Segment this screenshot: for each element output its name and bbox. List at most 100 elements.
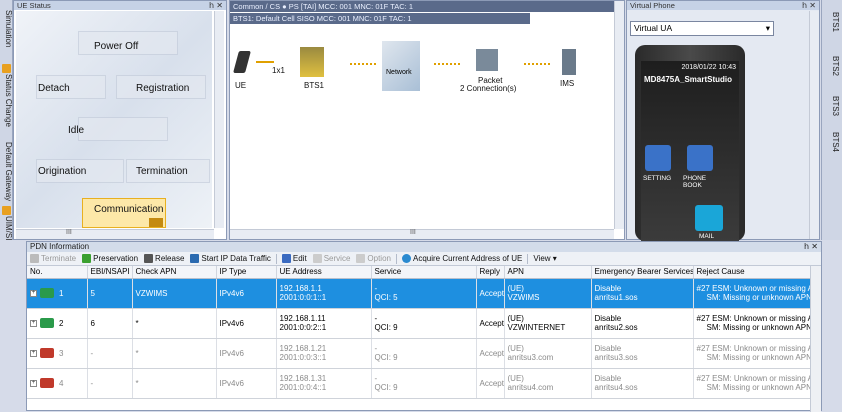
virtual-phone-title-bar: Virtual Phone հ ✕ — [627, 1, 819, 10]
cell-apn: (UE) VZWINTERNET — [504, 308, 592, 339]
tab-default-gateway[interactable]: Default Gateway — [0, 132, 13, 204]
network-hscroll-grip: III — [410, 229, 416, 236]
table-row[interactable]: +2 6 * IPv4v6 192.168.1.11 2001:0:0:2::1- QCI:… — [27, 308, 812, 339]
row-number: 1 — [59, 288, 64, 298]
ue-device-icon[interactable] — [233, 51, 251, 73]
tab-bts2[interactable]: BTS2 — [824, 56, 840, 76]
preservation-button[interactable]: Preservation — [79, 254, 141, 263]
network-info-line2: BTS1: Default Cell SISO MCC: 001 MNC: 01… — [230, 13, 530, 24]
ims-server-icon[interactable] — [562, 49, 576, 75]
pdn-pin-close-icon[interactable]: հ ✕ — [804, 242, 818, 252]
view-menu-button[interactable]: View ▾ — [530, 254, 559, 263]
col-header-service[interactable]: Service — [371, 266, 477, 279]
mail-app-icon[interactable] — [695, 205, 723, 231]
cell-check-apn: * — [132, 368, 217, 399]
virtual-ua-select[interactable]: Virtual UA ▾ — [630, 21, 774, 36]
col-header-ebi[interactable]: EBI/NSAPI — [87, 266, 133, 279]
ue-status-hscroll[interactable]: III — [16, 229, 214, 239]
expand-icon[interactable]: + — [30, 349, 37, 357]
apn-name: VZWIMS — [507, 293, 540, 302]
table-row[interactable]: +4- * IPv4v6 192.168.1.31 2001:0:0:4::1- QCI:… — [27, 368, 812, 399]
cell-ip-type: IPv4v6 — [216, 368, 277, 399]
edit-button[interactable]: Edit — [279, 254, 310, 263]
cell-service: - QCI: 9 — [371, 368, 477, 399]
cell-check-apn: * — [132, 338, 217, 369]
col-header-emergency[interactable]: Emergency Bearer Services — [591, 266, 694, 279]
ue-status-vscroll[interactable] — [214, 11, 224, 228]
emergency-apn: anritsu1.sos — [594, 293, 638, 302]
pdn-status-icon — [40, 378, 54, 388]
virtual-phone-pin-close-icon[interactable]: հ ✕ — [802, 1, 816, 10]
phone-book-app-icon[interactable] — [687, 145, 713, 171]
table-row[interactable]: +1 5 VZWIMS IPv4v6 192.168.1.1 2001:0:0:1::1-… — [27, 278, 812, 309]
state-power-off[interactable]: Power Off — [94, 41, 138, 52]
state-termination[interactable]: Termination — [136, 166, 188, 177]
tab-bts4[interactable]: BTS4 — [824, 132, 840, 152]
col-header-ue-address[interactable]: UE Address — [276, 266, 372, 279]
service-qci: QCI: 5 — [374, 293, 398, 302]
cell-service: - QCI: 9 — [371, 308, 477, 339]
phone-screen[interactable]: 2018/01/22 10:43 MD8475A_SmartStudio SET… — [641, 61, 739, 241]
setting-app-icon[interactable] — [645, 145, 671, 171]
reject-esm: #27 ESM: Unknown or missing APN — [696, 314, 811, 323]
reject-sm: SM: Missing or unknown APN — [706, 293, 811, 302]
network-cloud-icon[interactable]: Network — [382, 41, 420, 91]
emergency-apn: anritsu3.sos — [594, 353, 638, 362]
state-detach[interactable]: Detach — [38, 83, 70, 94]
expand-icon[interactable]: + — [30, 319, 37, 327]
link-config-label: 1x1 — [272, 66, 285, 75]
col-header-reject-cause[interactable]: Reject Cause — [693, 266, 812, 279]
state-origination[interactable]: Origination — [38, 166, 86, 177]
pdn-vscroll[interactable] — [810, 266, 821, 412]
terminate-button[interactable]: Terminate — [27, 254, 79, 263]
col-header-no[interactable]: No. — [27, 266, 88, 279]
virtual-phone-vscroll[interactable] — [809, 11, 819, 239]
state-registration[interactable]: Registration — [136, 83, 189, 94]
packet-server-icon[interactable] — [476, 49, 498, 71]
cell-reject-cause: #27 ESM: Unknown or missing APNSM: Missi… — [693, 308, 812, 339]
network-vscroll[interactable] — [614, 1, 624, 229]
expand-icon[interactable]: + — [30, 379, 37, 387]
toolbar-separator — [395, 253, 397, 264]
state-idle[interactable]: Idle — [68, 125, 84, 136]
ue-address-v4: 192.168.1.11 — [279, 314, 326, 323]
start-ip-data-traffic-button[interactable]: Start IP Data Traffic — [187, 254, 274, 263]
release-button[interactable]: Release — [141, 254, 187, 263]
expand-icon[interactable]: + — [30, 289, 37, 297]
pdn-toolbar: Terminate Preservation Release Start IP … — [27, 252, 821, 266]
pdn-status-icon — [40, 348, 54, 358]
ue-status-pin-close-icon[interactable]: հ ✕ — [209, 1, 223, 10]
bts2-tab-label: BTS2 — [831, 56, 840, 77]
col-header-reply[interactable]: Reply — [476, 266, 505, 279]
idle-box — [78, 117, 168, 141]
virtual-phone-panel: Virtual Phone հ ✕ Virtual UA ▾ 2018/01/2… — [626, 0, 820, 241]
ue-state-diagram: Power Off Detach Registration Idle Origi… — [16, 11, 212, 228]
service-button[interactable]: Service — [310, 254, 354, 263]
network-packet-link — [434, 63, 460, 65]
bts-tower-icon[interactable] — [300, 47, 324, 77]
apn-name: VZWINTERNET — [507, 323, 566, 332]
acquire-address-button[interactable]: Acquire Current Address of UE — [399, 254, 525, 263]
tab-uim-sim[interactable]: UIM/SIM — [0, 206, 13, 240]
col-header-ip-type[interactable]: IP Type — [216, 266, 277, 279]
tab-simulation[interactable]: Simulation — [0, 0, 13, 62]
edit-label: Edit — [292, 254, 307, 263]
table-row[interactable]: +3- * IPv4v6 192.168.1.21 2001:0:0:3::1- QCI:… — [27, 338, 812, 369]
col-header-apn[interactable]: APN — [504, 266, 592, 279]
cell-reject-cause: #27 ESM: Unknown or missing APNSM: Missi… — [693, 368, 812, 399]
state-communication[interactable]: Communication — [94, 204, 163, 215]
network-hscroll[interactable]: III — [230, 229, 614, 239]
tab-bts1[interactable]: BTS1 — [824, 12, 840, 32]
option-button[interactable]: Option — [353, 254, 394, 263]
cell-ebi: 5 — [87, 278, 133, 309]
ue-address-v6: 2001:0:0:4::1 — [279, 383, 327, 392]
tab-status-change[interactable]: Status Change — [0, 64, 13, 130]
setting-app-label: SETTING — [643, 175, 672, 182]
cell-emergency: Disable anritsu4.sos — [591, 368, 694, 399]
tab-bts3[interactable]: BTS3 — [824, 96, 840, 116]
bts4-tab-label: BTS4 — [831, 132, 840, 153]
ue-status-panel: UE Status հ ✕ Power Off Detach Registrat… — [13, 0, 227, 240]
reject-sm: SM: Missing or unknown APN — [706, 383, 811, 392]
col-header-check-apn[interactable]: Check APN — [132, 266, 217, 279]
apn-source: (UE) — [507, 374, 524, 383]
